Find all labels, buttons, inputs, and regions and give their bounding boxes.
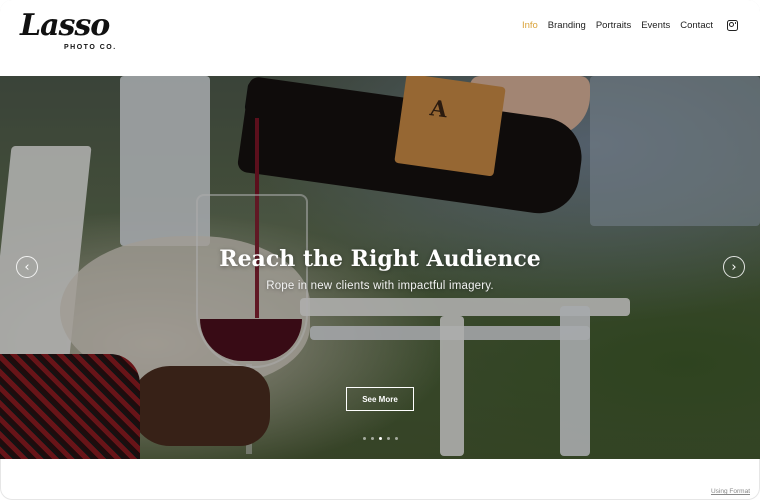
nav-item-portraits[interactable]: Portraits [596, 20, 631, 31]
chevron-right-icon: › [731, 259, 737, 275]
main-nav: Info Branding Portraits Events Contact [522, 20, 738, 31]
slide-dot[interactable] [394, 437, 398, 440]
hero-subtitle: Rope in new clients with impactful image… [266, 280, 494, 292]
nav-item-contact[interactable]: Contact [680, 20, 713, 31]
page-frame: Lasso PHOTO CO. Info Branding Portraits … [0, 0, 760, 500]
slide-dot[interactable] [378, 437, 382, 440]
nav-item-branding[interactable]: Branding [548, 20, 586, 31]
slide-dot[interactable] [362, 437, 366, 440]
instagram-icon[interactable] [727, 20, 738, 31]
hero-slideshow: A Reach the Right Audience Rope in new c… [0, 76, 760, 459]
see-more-button[interactable]: See More [346, 387, 414, 411]
site-logo[interactable]: Lasso PHOTO CO. [20, 8, 130, 52]
nav-item-events[interactable]: Events [641, 20, 670, 31]
logo-subtitle: PHOTO CO. [64, 44, 117, 51]
site-header: Lasso PHOTO CO. Info Branding Portraits … [0, 0, 760, 76]
slide-indicators [0, 437, 760, 440]
using-format-link[interactable]: Using Format [711, 488, 750, 495]
prev-slide-button[interactable]: ‹ [16, 256, 38, 278]
next-slide-button[interactable]: › [723, 256, 745, 278]
logo-wordmark: Lasso [20, 8, 110, 43]
slide-dot[interactable] [370, 437, 374, 440]
chevron-left-icon: ‹ [24, 259, 30, 275]
nav-item-info[interactable]: Info [522, 20, 538, 31]
slide-dot[interactable] [386, 437, 390, 440]
hero-title: Reach the Right Audience [219, 246, 541, 272]
